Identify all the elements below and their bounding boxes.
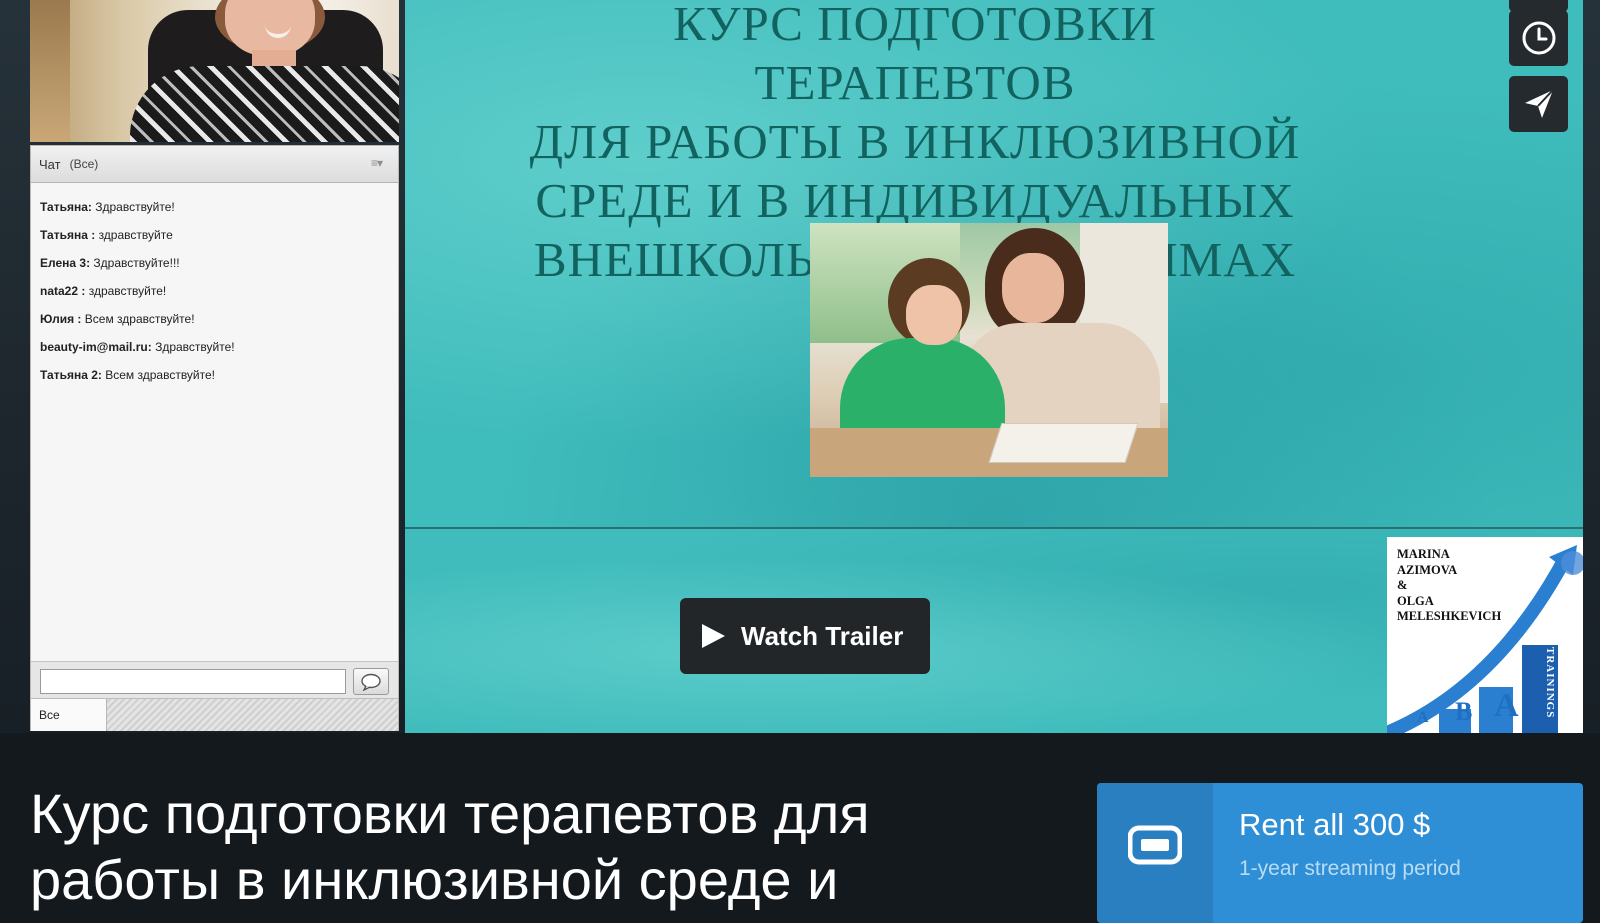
chat-message: Татьяна : здравствуйте bbox=[40, 228, 173, 242]
play-icon bbox=[702, 624, 725, 648]
watch-trailer-label: Watch Trailer bbox=[741, 620, 904, 651]
ticket-icon bbox=[1128, 825, 1182, 865]
chat-tab-all[interactable]: Все bbox=[31, 699, 107, 731]
presentation-slide: КУРС ПОДГОТОВКИ ТЕРАПЕВТОВ ДЛЯ РАБОТЫ В … bbox=[405, 0, 1583, 529]
chat-menu-icon[interactable]: ≡▾ bbox=[371, 156, 383, 170]
logo-letter-a: A bbox=[1417, 709, 1429, 726]
chat-scope: (Все) bbox=[69, 157, 99, 171]
logo-trainings-text: TRAININGS bbox=[1544, 647, 1556, 719]
watch-trailer-button[interactable]: Watch Trailer bbox=[680, 598, 930, 674]
webcam-feed bbox=[30, 0, 399, 142]
clock-icon bbox=[1522, 21, 1555, 55]
chat-header: Чат (Все) ≡▾ bbox=[31, 146, 398, 183]
chat-message: Елена 3: Здравствуйте!!! bbox=[40, 256, 180, 270]
send-icon bbox=[1524, 89, 1554, 118]
rent-subtitle: 1-year streaming period bbox=[1239, 857, 1461, 880]
chat-title: Чат bbox=[39, 156, 61, 172]
chat-messages: Татьяна: Здравствуйте! Татьяна : здравст… bbox=[31, 183, 398, 661]
slide-photo bbox=[810, 223, 1168, 477]
aba-trainings-logo: MARINA AZIMOVA & OLGA MELESHKEVICH A B A… bbox=[1387, 537, 1583, 733]
chat-message: nata22 : здравствуйте! bbox=[40, 284, 167, 298]
rent-title: Rent all 300 $ bbox=[1239, 807, 1431, 842]
chat-message: Юлия : Всем здравствуйте! bbox=[40, 312, 195, 326]
chat-message: Татьяна: Здравствуйте! bbox=[40, 200, 175, 214]
chat-message: Татьяна 2: Всем здравствуйте! bbox=[40, 368, 216, 382]
chat-message-input[interactable] bbox=[40, 669, 346, 694]
chat-message: beauty-im@mail.ru: Здравствуйте! bbox=[40, 340, 235, 354]
watch-later-button[interactable] bbox=[1509, 10, 1568, 66]
chat-input-row bbox=[31, 661, 398, 698]
logo-letter-a2: A bbox=[1494, 687, 1519, 724]
chat-send-button[interactable] bbox=[353, 668, 389, 695]
chat-panel: Чат (Все) ≡▾ Татьяна: Здравствуйте! Тать… bbox=[30, 145, 399, 731]
logo-names: MARINA AZIMOVA & OLGA MELESHKEVICH bbox=[1397, 547, 1502, 623]
course-title: Курс подготовки терапевтов для работы в … bbox=[30, 782, 870, 911]
speech-bubble-icon bbox=[361, 673, 381, 691]
rent-icon-box bbox=[1097, 783, 1213, 923]
rent-all-button[interactable]: Rent all 300 $ 1-year streaming period bbox=[1097, 783, 1583, 923]
share-button[interactable] bbox=[1509, 76, 1568, 132]
logo-letter-b: B bbox=[1455, 697, 1473, 726]
chat-tab-bar: Все bbox=[31, 698, 398, 731]
